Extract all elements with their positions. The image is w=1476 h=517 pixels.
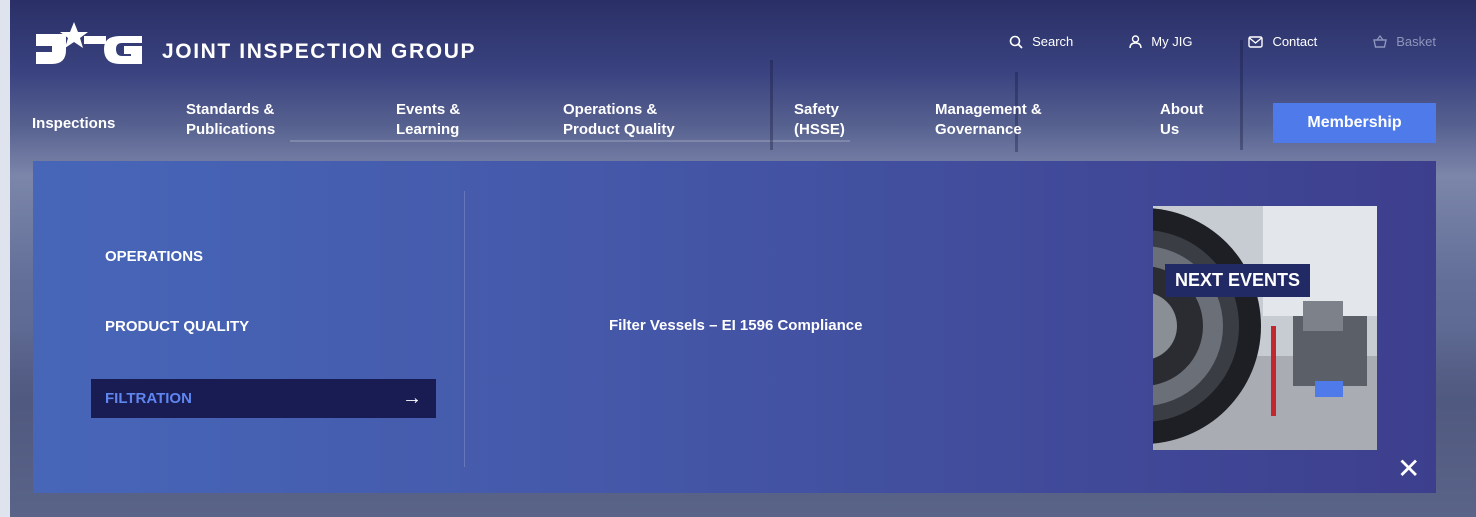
nav-item-management-governance[interactable]: Management & Governance	[935, 100, 1042, 140]
next-events-promo[interactable]: NEXT EVENTS	[1153, 206, 1377, 450]
nav-item-inspections[interactable]: Inspections	[32, 114, 115, 134]
main-nav: Inspections Standards & Publications Eve…	[10, 100, 1476, 148]
contact-label: Contact	[1272, 34, 1318, 49]
my-jig-link[interactable]: My JIG	[1129, 34, 1192, 49]
promo-button[interactable]	[1315, 381, 1343, 397]
basket-icon	[1373, 35, 1388, 48]
promo-image	[1153, 206, 1377, 450]
jig-logo-mark	[34, 16, 146, 66]
search-icon	[1009, 35, 1023, 49]
site-logo[interactable]: JOINT INSPECTION GROUP	[34, 16, 476, 66]
user-icon	[1129, 34, 1142, 48]
my-jig-label: My JIG	[1151, 34, 1193, 49]
search-link[interactable]: Search	[1009, 34, 1073, 49]
brand-name: JOINT INSPECTION GROUP	[162, 40, 477, 63]
membership-button[interactable]: Membership	[1273, 103, 1436, 143]
nav-item-standards-publications[interactable]: Standards & Publications	[186, 100, 275, 140]
menu-category-operations[interactable]: OPERATIONS	[105, 248, 203, 265]
nav-item-safety-hsse[interactable]: Safety (HSSE)	[794, 100, 845, 140]
submenu-link-filter-vessels[interactable]: Filter Vessels – EI 1596 Compliance	[609, 317, 862, 334]
menu-category-product-quality[interactable]: PRODUCT QUALITY	[105, 318, 249, 335]
mega-menu-panel: OPERATIONS PRODUCT QUALITY FILTRATION → …	[33, 161, 1436, 493]
search-label: Search	[1032, 34, 1074, 49]
next-events-label: NEXT EVENTS	[1165, 264, 1311, 297]
close-icon[interactable]: ✕	[1397, 455, 1420, 483]
menu-divider	[464, 191, 465, 467]
nav-item-about-us[interactable]: About Us	[1160, 100, 1203, 140]
arrow-right-icon: →	[402, 387, 422, 409]
nav-item-operations-product-quality[interactable]: Operations & Product Quality	[563, 100, 675, 140]
utility-bar: Search My JIG Contact Basket	[1009, 34, 1476, 49]
basket-label: Basket	[1396, 34, 1436, 49]
page: JOINT INSPECTION GROUP Search My JIG Con…	[10, 0, 1476, 517]
nav-item-events-learning[interactable]: Events & Learning	[396, 100, 460, 140]
menu-category-filtration-label: FILTRATION	[105, 390, 192, 407]
contact-link[interactable]: Contact	[1248, 34, 1317, 49]
menu-category-filtration[interactable]: FILTRATION →	[91, 379, 436, 418]
basket-link[interactable]: Basket	[1373, 34, 1436, 49]
mail-icon	[1248, 35, 1264, 48]
